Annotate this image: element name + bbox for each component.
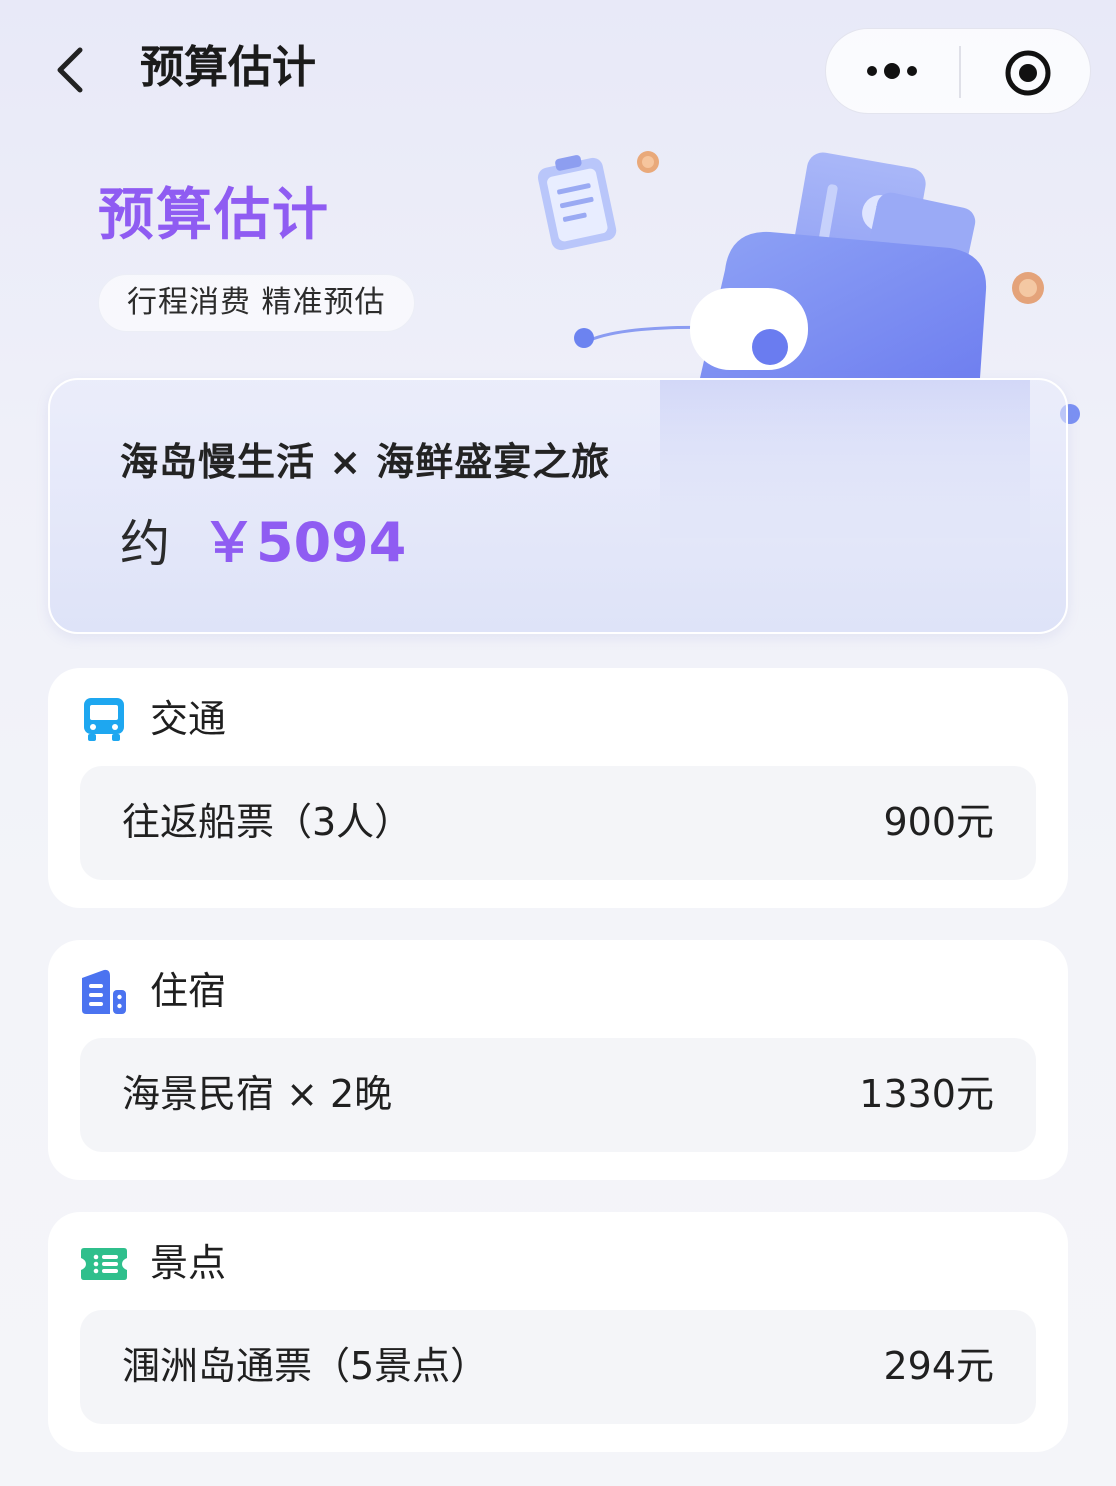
section-transport: 交通 往返船票（3人） 900元 [48,668,1068,908]
nav-bar: 预算估计 [0,0,1116,140]
budget-summary-card: 海岛慢生活 × 海鲜盛宴之旅 约 ￥5094 [48,378,1068,634]
mini-program-capsule [825,28,1091,114]
item-price: 1330元 [859,1072,994,1116]
ticket-icon [81,1248,127,1280]
budget-item-row[interactable]: 往返船票（3人） 900元 [80,766,1036,880]
section-title: 景点 [150,1241,227,1285]
item-price: 294元 [883,1344,994,1388]
item-label: 涠洲岛通票（5景点） [122,1344,489,1388]
item-label: 往返船票（3人） [122,800,413,844]
item-price: 900元 [883,800,994,844]
hero-title: 预算估计 [98,183,330,248]
section-lodging: 住宿 海景民宿 × 2晚 1330元 [48,940,1068,1180]
close-miniprogram-icon[interactable] [1004,49,1052,97]
more-dots-icon[interactable] [864,51,924,91]
trip-name: 海岛慢生活 × 海鲜盛宴之旅 [120,440,611,484]
capsule-divider [959,46,961,98]
bus-icon [84,698,124,741]
nav-title: 预算估计 [140,42,316,93]
back-arrow-icon[interactable] [50,42,90,98]
section-title: 住宿 [150,969,227,1013]
total-budget: ￥5094 [202,511,407,574]
budget-item-row[interactable]: 海景民宿 × 2晚 1330元 [80,1038,1036,1152]
budget-item-row[interactable]: 涠洲岛通票（5景点） 294元 [80,1310,1036,1424]
section-attractions: 景点 涠洲岛通票（5景点） 294元 [48,1212,1068,1452]
hotel-building-icon [82,969,126,1014]
item-label: 海景民宿 × 2晚 [122,1072,393,1116]
section-title: 交通 [150,697,227,741]
hero-subtitle-pill: 行程消费 精准预估 [98,274,415,332]
approx-label: 约 [120,515,170,573]
